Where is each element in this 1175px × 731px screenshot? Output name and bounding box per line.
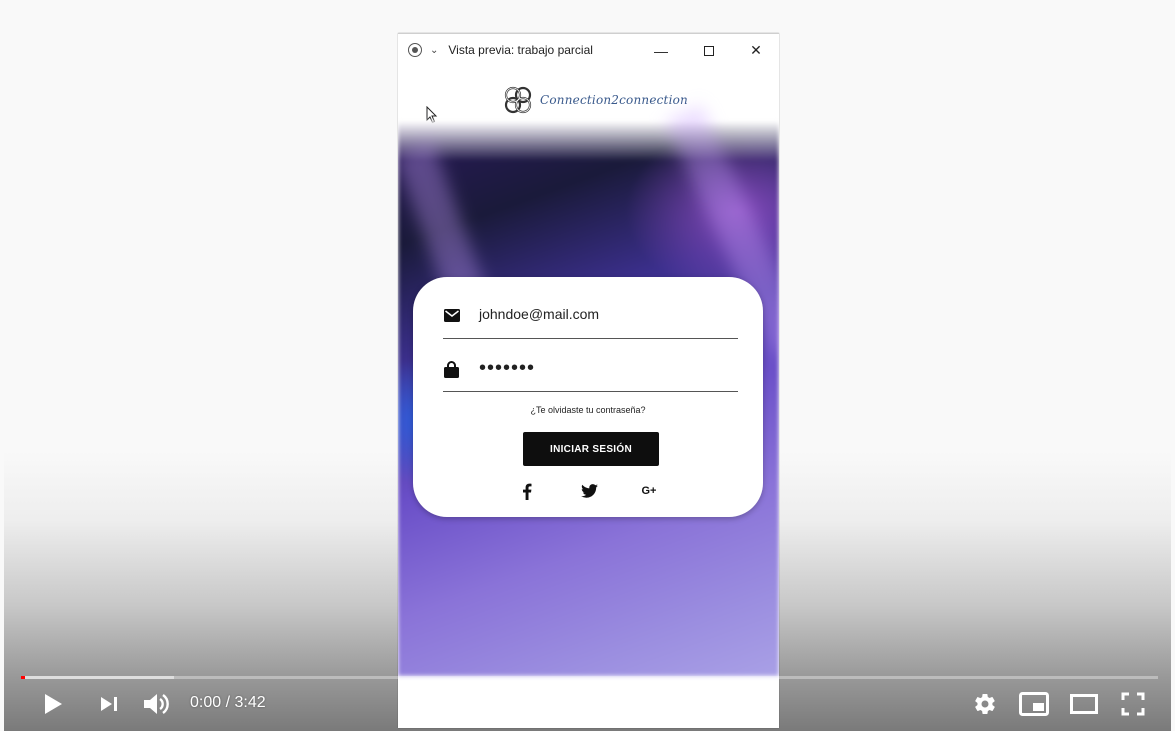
password-field[interactable]: ••••••• <box>443 353 738 392</box>
next-button[interactable] <box>97 690 121 718</box>
login-card: johndoe@mail.com ••••••• ¿Te olvidaste t… <box>413 277 763 517</box>
miniplayer-icon <box>1019 692 1049 716</box>
progress-bar[interactable] <box>21 676 1158 679</box>
brand-logo[interactable]: Connection2connection <box>502 84 688 116</box>
brand-name: Connection2connection <box>540 93 688 107</box>
chevron-down-icon[interactable]: ⌄ <box>430 45 438 56</box>
twitter-icon[interactable] <box>579 482 599 500</box>
knot-logo-icon <box>504 86 532 114</box>
google-plus-icon[interactable]: G+ <box>639 482 659 500</box>
forgot-password-link[interactable]: ¿Te olvidaste tu contraseña? <box>413 405 763 415</box>
theater-mode-button[interactable] <box>1069 690 1099 718</box>
record-icon[interactable] <box>408 43 422 57</box>
email-field[interactable]: johndoe@mail.com <box>443 297 738 339</box>
app-header: Connection2connection <box>398 66 779 126</box>
twitter-glyph <box>580 484 598 498</box>
facebook-icon[interactable] <box>517 482 537 500</box>
envelope-icon <box>444 309 460 322</box>
settings-icon <box>975 694 995 715</box>
volume-icon <box>144 694 169 714</box>
fullscreen-button[interactable] <box>1120 690 1146 718</box>
theater-icon <box>1070 694 1098 714</box>
volume-button[interactable] <box>142 690 172 718</box>
next-icon <box>101 697 117 711</box>
minimize-button[interactable]: — <box>638 34 684 67</box>
lock-icon <box>444 361 459 378</box>
play-button[interactable] <box>40 690 66 718</box>
progress-played <box>21 676 25 679</box>
miniplayer-button[interactable] <box>1018 690 1050 718</box>
time-display: 0:00 / 3:42 <box>190 694 266 711</box>
close-button[interactable]: ✕ <box>733 34 779 67</box>
progress-buffered <box>21 676 175 679</box>
fullscreen-icon <box>1121 692 1145 716</box>
preview-window: ⌄ Vista previa: trabajo parcial — ✕ Conn… <box>398 33 779 728</box>
play-icon <box>45 694 62 714</box>
email-input[interactable]: johndoe@mail.com <box>479 306 599 322</box>
password-input[interactable]: ••••••• <box>479 357 535 380</box>
login-button[interactable]: INICIAR SESIÓN <box>523 432 659 466</box>
window-title: Vista previa: trabajo parcial <box>448 43 593 57</box>
settings-button[interactable] <box>971 690 999 718</box>
window-titlebar: ⌄ Vista previa: trabajo parcial — ✕ <box>398 33 779 66</box>
maximize-button[interactable] <box>686 34 732 67</box>
facebook-glyph <box>523 483 532 500</box>
maximize-icon <box>704 45 714 56</box>
